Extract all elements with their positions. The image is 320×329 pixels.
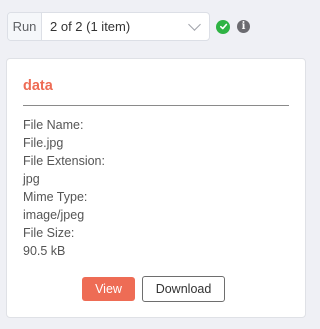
title-divider [23,105,289,106]
run-bar: Run 2 of 2 (1 item) i [7,12,250,41]
check-circle-icon [216,19,230,34]
file-extension-label: File Extension: [23,154,105,168]
file-name-label: File Name: [23,118,84,132]
run-selector[interactable]: Run 2 of 2 (1 item) [7,12,210,41]
run-selector-label: Run [8,13,42,40]
info-circle-icon[interactable]: i [237,20,250,33]
file-name-value: File.jpg [23,136,64,150]
chevron-down-icon[interactable] [188,17,201,31]
download-button[interactable]: Download [142,276,225,302]
binary-data-card: data File Name: File.jpg File Extension:… [6,58,306,318]
run-selector-value-container[interactable]: 2 of 2 (1 item) [42,13,209,40]
binary-data-title: data [23,78,53,94]
file-properties: File Name: File.jpg File Extension: jpg … [23,116,105,260]
view-button[interactable]: View [82,277,135,301]
mime-type-label: Mime Type: [23,190,88,204]
mime-type-value: image/jpeg [23,208,85,222]
file-size-value: 90.5 kB [23,244,66,258]
file-size-label: File Size: [23,226,75,240]
file-extension-value: jpg [23,172,40,186]
run-selector-value: 2 of 2 (1 item) [50,19,131,34]
